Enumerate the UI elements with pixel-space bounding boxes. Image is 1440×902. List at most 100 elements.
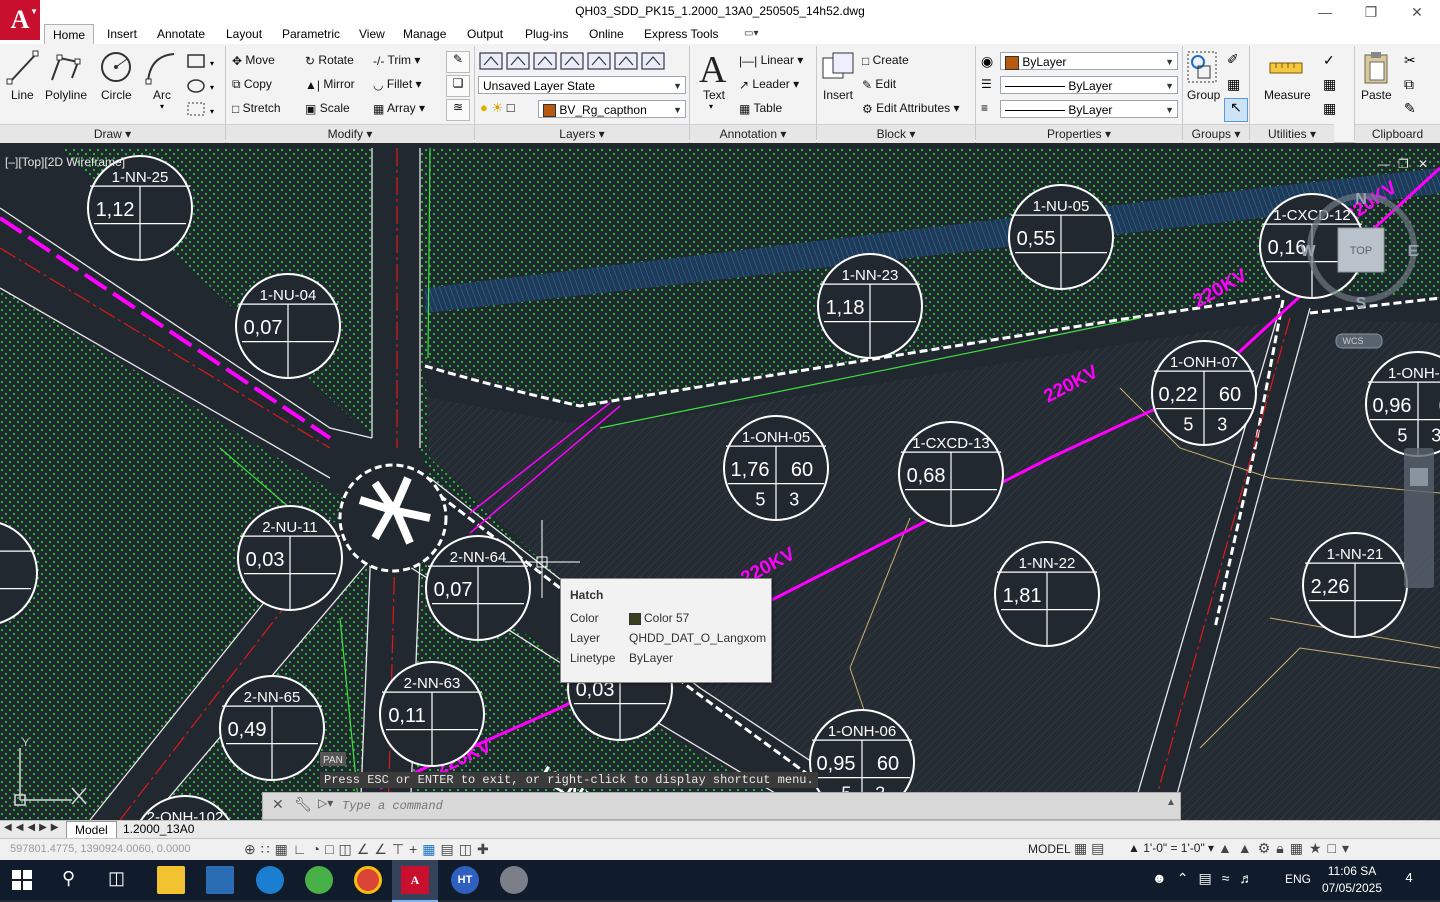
leader-button[interactable]: ↗ Leader ▾ [739,77,799,92]
edit-attributes-button[interactable]: ⚙ Edit Attributes ▾ [862,101,960,116]
command-history-icon[interactable]: ▷▾ [318,796,333,810]
viewcube-north[interactable]: N [1355,191,1367,208]
layer-state-dropdown[interactable]: Unsaved Layer State ▼ [478,76,686,94]
match-properties-icon[interactable]: ✎ [1404,100,1416,117]
snap-icon[interactable]: ∷ [261,841,275,857]
viewcube-south[interactable]: S [1356,295,1367,312]
region-icon[interactable]: ▾ [186,100,218,120]
fillet-button[interactable]: ◡ Fillet ▾ [373,77,422,92]
tab-view[interactable]: View [351,24,393,44]
draw-panel-title[interactable]: Draw ▾ [0,124,225,143]
search-icon[interactable]: ⚲ [62,868,75,889]
text-dropdown-icon[interactable]: ▾ [709,102,713,111]
erase-icon[interactable]: ✎ [446,51,470,73]
minimize-icon[interactable]: — [1302,0,1348,24]
windows-start-icon[interactable] [12,870,32,890]
annotation-scale[interactable]: ▲ 1'-0" = 1'-0" ▾ [1128,841,1214,855]
ducs-icon[interactable]: ∠ [374,841,392,857]
drawing-svg[interactable]: 220KV 220KV 220KV 220KV 220KV KENH 1-NN-… [0,148,1440,820]
properties-panel-title[interactable]: Properties ▾ [976,124,1182,143]
chevron-up-icon[interactable]: ⌃ [1177,870,1199,886]
layers-panel-title[interactable]: Layers ▾ [475,124,689,143]
transparency-icon[interactable]: ▦ [422,841,440,857]
measure-button[interactable]: Measure [1264,88,1311,102]
parcel-label-circle[interactable]: 1-NN-22 1,81 [994,541,1100,647]
app-green-icon[interactable] [305,866,333,894]
tab-express-tools[interactable]: Express Tools [636,24,726,44]
parcel-label-circle[interactable]: 1-NN-25 1,12 [87,155,193,261]
parcel-label-circle[interactable]: 2-NN-65 0,49 [219,675,325,781]
annotation-panel-title[interactable]: Annotation ▾ [690,124,816,143]
create-block-button[interactable]: □ Create [862,53,909,68]
ungroup-icon[interactable]: ✐ [1227,51,1239,68]
group-edit-icon[interactable]: ▦ [1227,76,1240,93]
parcel-label-circle[interactable]: 1-ONH-07 0,22 60 5 3 [1151,340,1257,446]
workspace-gear-icon[interactable]: ⚙ [1258,840,1277,856]
speaker-icon[interactable]: ♬ [1239,870,1263,886]
system-tray[interactable]: ☻⌃▤≈♬ [1152,870,1263,887]
viewcube-top[interactable]: TOP [1350,245,1372,257]
command-input[interactable] [340,796,1164,816]
grid-icon[interactable]: ▦ [275,841,293,857]
lineweight-toggle-icon[interactable]: + [409,841,422,857]
chrome-icon[interactable] [354,866,382,894]
qp-icon[interactable]: ▤ [441,841,459,857]
language-indicator[interactable]: ENG [1285,872,1311,886]
autocad-icon[interactable]: A [401,866,429,894]
rectangle-icon[interactable]: ▾ [186,52,218,72]
file-explorer-icon[interactable] [157,866,185,894]
utilities-panel-title[interactable]: Utilities ▾ [1250,124,1334,143]
tab-plugins[interactable]: Plug-ins [517,24,576,44]
wifi-icon[interactable]: ≈ [1222,870,1240,886]
parcel-label-circle[interactable]: 2-NN-63 0,11 [379,661,485,767]
insert-button[interactable]: Insert [823,88,853,102]
ortho-icon[interactable]: ∟ [293,841,312,857]
parcel-label-circle[interactable]: 2-NU-11 0,03 [237,505,343,611]
scale-button[interactable]: ▣ Scale [305,101,350,116]
annotation-visibility-icon[interactable]: ▲ [1218,840,1238,856]
quick-view-layouts-icon[interactable]: ▦ ▤ [1074,840,1104,857]
arc-dropdown-icon[interactable]: ▾ [160,102,164,111]
otrack-icon[interactable]: ∠ [357,841,375,857]
sc-icon[interactable]: ◫ [459,841,477,857]
tab-manage[interactable]: Manage [395,24,454,44]
stretch-button[interactable]: □ Stretch [232,101,281,116]
model-space-toggle[interactable]: MODEL [1028,842,1071,856]
clean-screen-icon[interactable]: □ [1328,840,1342,856]
paste-button[interactable]: Paste [1361,88,1392,102]
lineweight-dropdown[interactable]: ByLayer ▼ [1000,100,1178,118]
drafting-toggles[interactable]: ⊕∷▦∟◔□◫∠∠⊤+▦▤◫✚ [244,841,494,858]
table-button[interactable]: ▦ Table [739,101,782,116]
tab-insert[interactable]: Insert [99,24,145,44]
modify-panel-title[interactable]: Modify ▾ [226,124,474,143]
usb-icon[interactable]: ▤ [1198,870,1221,886]
notification-center-icon[interactable]: 4 [1398,870,1420,890]
pan-tool-icon[interactable] [1410,468,1428,486]
edit-block-button[interactable]: ✎ Edit [862,77,896,92]
hardware-acceleration-icon[interactable]: ▦ [1290,840,1309,856]
layout-nav-arrows[interactable]: ◀◀◀▶▶ [4,822,62,833]
app-gray-icon[interactable] [500,866,528,894]
viewport-restore-icon[interactable]: ❐ [1398,157,1409,171]
command-expand-icon[interactable]: ▲ [1166,797,1176,808]
copy-button[interactable]: ⧉ Copy [232,77,272,92]
linear-dimension-button[interactable]: |—| Linear ▾ [739,53,803,68]
edge-icon[interactable] [256,866,284,894]
quick-select-icon[interactable]: ✓ [1323,52,1335,69]
explode-icon[interactable]: ❏ [446,75,470,97]
group-selection-icon[interactable]: ↖ [1224,98,1248,122]
tab-online[interactable]: Online [581,24,632,44]
wcs-menu[interactable]: WCS [1343,336,1364,346]
ribbon-minimize-icon[interactable]: ▭▾ [744,28,758,39]
viewport-controls-label[interactable]: [–][Top][2D Wireframe] [5,155,125,169]
viewport-close-icon[interactable]: ✕ [1418,157,1428,171]
task-view-icon[interactable]: ◫ [108,868,125,889]
close-icon[interactable]: ✕ [1394,0,1440,24]
status-tray-icons[interactable]: ▲▲⚙🔒︎▦★□▾ [1218,840,1355,857]
restore-icon[interactable]: ❐ [1348,0,1394,24]
group-button[interactable]: Group [1187,88,1220,102]
drawing-canvas[interactable]: 220KV 220KV 220KV 220KV 220KV KENH 1-NN-… [0,148,1440,820]
infer-constraints-icon[interactable]: ⊕ [244,841,261,857]
parcel-label-circle[interactable]: 1-NU-05 0,55 [1008,184,1114,290]
current-layer-dropdown[interactable]: BV_Rg_capthon ▼ [538,100,686,118]
